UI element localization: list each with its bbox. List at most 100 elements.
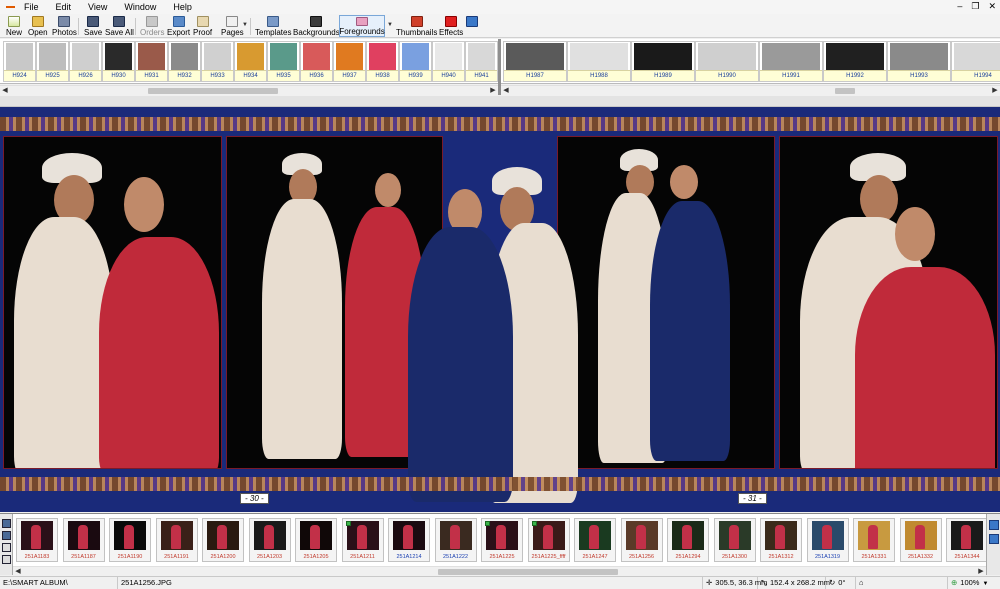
photo-thumb[interactable]: 251A1183	[16, 518, 58, 562]
template-thumb[interactable]: H937	[333, 41, 366, 82]
save-all-button[interactable]: Save All	[105, 15, 134, 37]
template-thumb[interactable]: H930	[102, 41, 135, 82]
template-thumb[interactable]: H924	[3, 41, 36, 82]
photo-thumb[interactable]: 251A1211	[341, 518, 384, 562]
decorative-border-top	[0, 117, 1000, 131]
photo-thumb[interactable]: 251A1331	[853, 518, 895, 562]
zoom-dropdown-icon[interactable]: ▼	[982, 581, 988, 587]
template-thumb[interactable]: H925	[36, 41, 69, 82]
arrow-left-icon[interactable]	[2, 531, 11, 540]
menu-edit[interactable]: Edit	[54, 2, 74, 12]
extra-tool-button[interactable]	[466, 15, 478, 37]
template-thumb[interactable]: H933	[201, 41, 234, 82]
photo-thumb[interactable]: 251A1187	[62, 518, 105, 562]
template-thumb[interactable]: H938	[366, 41, 399, 82]
template-thumb[interactable]: H941	[465, 41, 498, 82]
template-thumb[interactable]: H934	[234, 41, 267, 82]
template-thumb[interactable]: H1989	[631, 41, 695, 82]
open-button[interactable]: Open	[28, 15, 48, 37]
pages-button[interactable]: Pages	[221, 15, 244, 37]
template-thumb[interactable]: H1987	[503, 41, 567, 82]
template-thumb[interactable]: H931	[135, 41, 168, 82]
template-preview	[369, 43, 396, 70]
new-button[interactable]: New	[6, 15, 22, 37]
minimize-icon[interactable]: –	[957, 1, 962, 12]
album-spread-canvas[interactable]: - 30 - - 31 -	[0, 107, 1000, 512]
export-button[interactable]: Export	[167, 15, 190, 37]
backgrounds-button[interactable]: Backgrounds	[293, 15, 340, 37]
template-thumb[interactable]: H932	[168, 41, 201, 82]
proof-button[interactable]: Proof	[193, 15, 212, 37]
pages-dropdown-icon[interactable]: ▼	[242, 22, 248, 28]
templates-button[interactable]: Templates	[255, 15, 291, 37]
menu-help[interactable]: Help	[171, 2, 194, 12]
settings-icon[interactable]	[2, 555, 11, 564]
template-right-scrollbar[interactable]: ◀ ▶	[501, 85, 1000, 95]
scroll-right-icon[interactable]: ▶	[488, 86, 498, 96]
restore-icon[interactable]: ❐	[971, 1, 979, 12]
status-coords: ✛ 305.5, 36.3 mm	[703, 577, 767, 589]
template-thumb[interactable]: H1993	[887, 41, 951, 82]
photo-frame-1[interactable]	[3, 136, 222, 469]
template-thumb[interactable]: H1992	[823, 41, 887, 82]
photo-thumb[interactable]: 251A1190	[109, 518, 151, 562]
template-thumb[interactable]: H940	[432, 41, 465, 82]
photo-thumb[interactable]: 251A1332	[899, 518, 942, 562]
template-left-scrollbar[interactable]: ◀ ▶	[0, 85, 498, 95]
photo-thumb[interactable]: 251A1319	[806, 518, 849, 562]
photo-frame-4[interactable]	[779, 136, 998, 469]
photo-thumb[interactable]: 251A1225_ffff	[527, 518, 570, 562]
template-thumb[interactable]: H1988	[567, 41, 631, 82]
photo-thumb[interactable]: 251A1300	[713, 518, 756, 562]
crosshair-icon: ✛	[706, 578, 713, 588]
template-thumb[interactable]: H939	[399, 41, 432, 82]
refresh-icon[interactable]	[989, 534, 999, 544]
template-thumb[interactable]: H1990	[695, 41, 759, 82]
rotate-icon[interactable]	[989, 520, 999, 530]
filmstrip-scrollbar[interactable]: ◀ ▶	[13, 566, 986, 575]
status-zoom[interactable]: ⊕ 100% ▼	[948, 577, 1000, 589]
orders-button[interactable]: Orders	[140, 15, 164, 37]
photos-button[interactable]: Photos	[52, 15, 77, 37]
template-thumb[interactable]: H926	[69, 41, 102, 82]
menu-view[interactable]: View	[86, 2, 109, 12]
photo-thumb[interactable]: 251A1247	[574, 518, 616, 562]
thumbnails-button[interactable]: Thumbnails	[396, 15, 437, 37]
template-thumb[interactable]: H936	[300, 41, 333, 82]
scrollbar-thumb[interactable]	[438, 569, 618, 575]
photo-thumb[interactable]: 251A1312	[760, 518, 802, 562]
photo-thumb[interactable]: 251A1222	[434, 518, 477, 562]
photo-frame-3[interactable]	[557, 136, 775, 469]
effects-button[interactable]: Effects	[439, 15, 463, 37]
template-thumb[interactable]: H1991	[759, 41, 823, 82]
photo-thumb[interactable]: 251A1200	[202, 518, 244, 562]
photo-thumb[interactable]: 251A1214	[388, 518, 430, 562]
arrow-right-icon[interactable]	[2, 519, 11, 528]
blank-tool-icon[interactable]	[2, 543, 11, 552]
scroll-left-icon[interactable]: ◀	[501, 86, 511, 96]
template-thumb[interactable]: H935	[267, 41, 300, 82]
scroll-left-icon[interactable]: ◀	[0, 86, 10, 96]
close-icon[interactable]: ✕	[988, 1, 996, 12]
foregrounds-dropdown-icon[interactable]: ▼	[387, 22, 393, 28]
photo-thumb[interactable]: 251A1203	[248, 518, 291, 562]
menu-window[interactable]: Window	[122, 2, 158, 12]
photo-thumb[interactable]: 251A1344	[946, 518, 988, 562]
scroll-right-icon[interactable]: ▶	[976, 567, 986, 575]
scrollbar-thumb[interactable]	[835, 88, 855, 94]
photo-filename: 251A1300	[721, 554, 748, 560]
photo-thumb[interactable]: 251A1191	[155, 518, 198, 562]
scroll-left-icon[interactable]: ◀	[13, 567, 23, 575]
photo-thumb[interactable]: 251A1294	[667, 518, 709, 562]
scroll-right-icon[interactable]: ▶	[990, 86, 1000, 96]
save-button[interactable]: Save	[84, 15, 102, 37]
photo-thumb[interactable]: 251A1205	[295, 518, 337, 562]
foregrounds-button[interactable]: Foregrounds	[339, 15, 385, 37]
menu-file[interactable]: File	[22, 2, 41, 12]
scrollbar-thumb[interactable]	[148, 88, 278, 94]
foreground-cutout-couple[interactable]	[400, 167, 585, 507]
photo-thumb[interactable]: 251A1256	[620, 518, 663, 562]
filmstrip-right-tools	[986, 514, 1000, 575]
photo-thumb[interactable]: 251A1225	[481, 518, 523, 562]
template-thumb[interactable]: H1994	[951, 41, 1000, 82]
